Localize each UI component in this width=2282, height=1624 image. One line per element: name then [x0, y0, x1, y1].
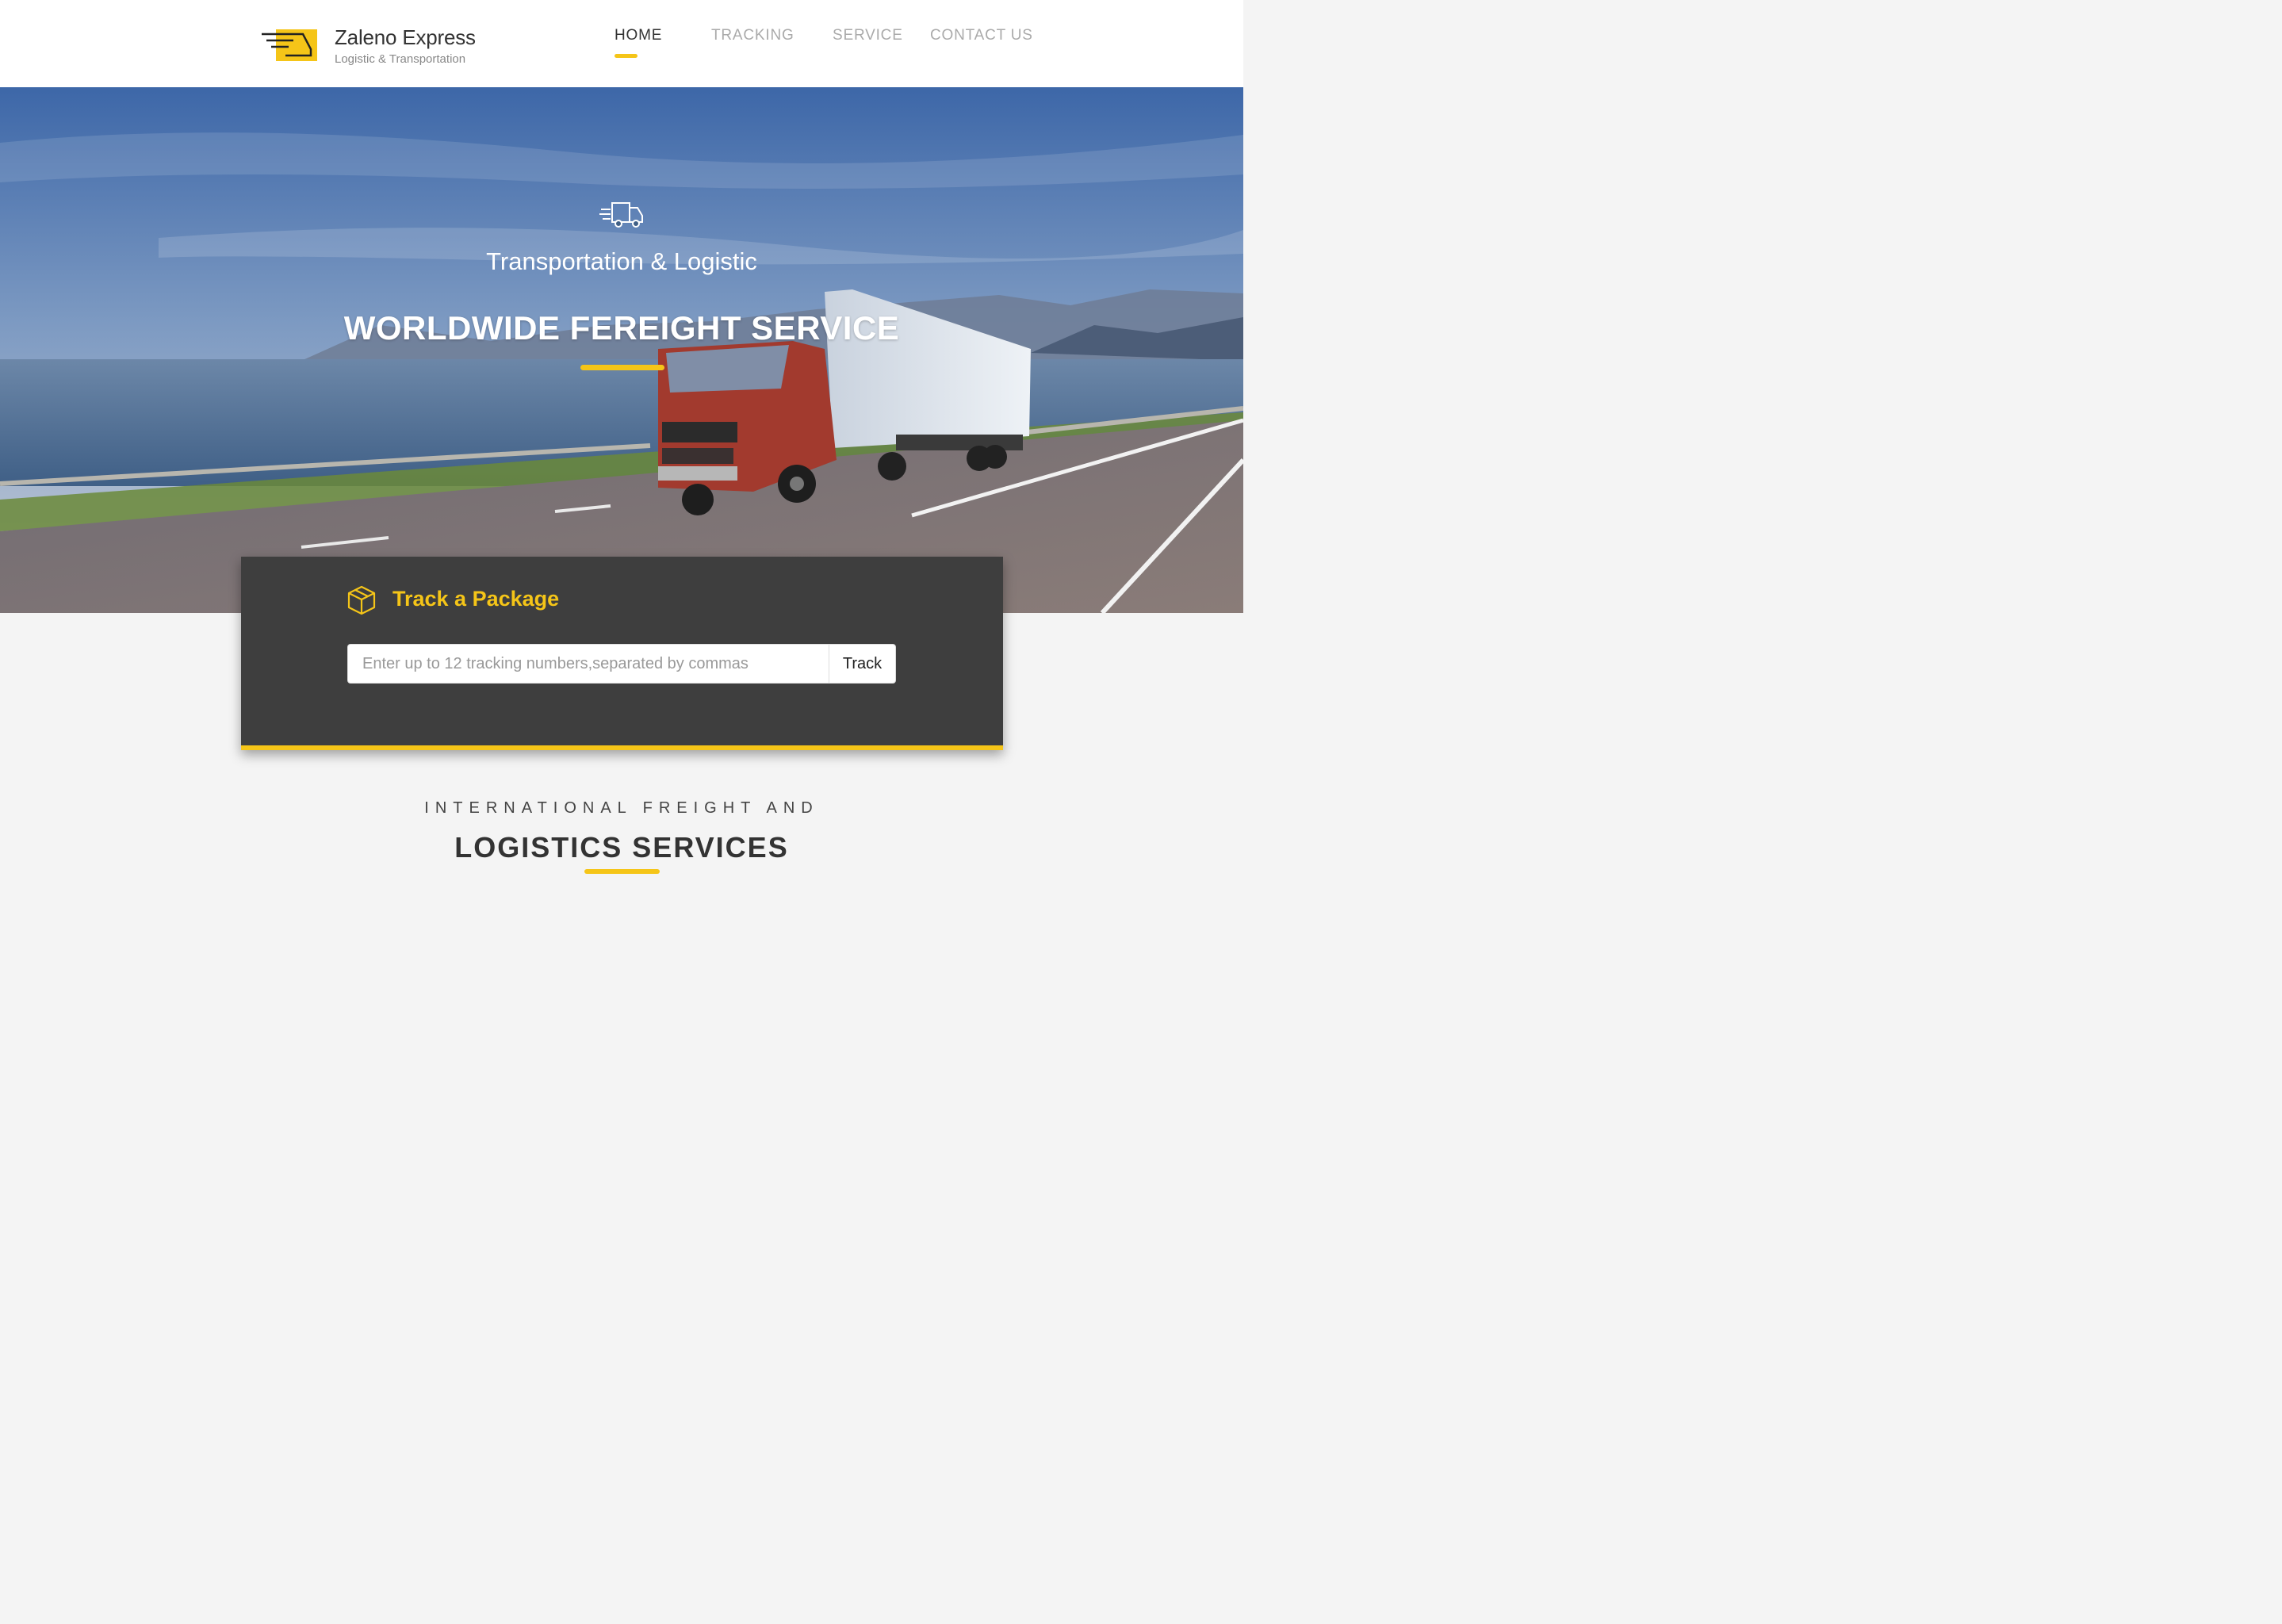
nav-tracking[interactable]: TRACKING [711, 27, 794, 44]
package-box-icon [347, 585, 376, 615]
hero-title: WORLDWIDE FEREIGHT SERVICE [343, 309, 900, 347]
hero-subtitle: Transportation & Logistic [486, 247, 757, 275]
hero-background-image [0, 87, 1243, 613]
hero-banner: Transportation & Logistic WORLDWIDE FERE… [0, 87, 1243, 613]
track-package-panel: Track a Package Track [241, 557, 1003, 750]
site-header: Zaleno Express Logistic & Transportation… [0, 0, 1243, 87]
panel-accent-bar [241, 745, 1003, 750]
nav-active-indicator [615, 54, 638, 58]
nav-home[interactable]: HOME [615, 27, 662, 44]
nav-service[interactable]: SERVICE [833, 27, 903, 44]
delivery-truck-icon [599, 202, 643, 228]
nav-contact-us[interactable]: CONTACT US [930, 27, 1033, 44]
section-kicker: INTERNATIONAL FREIGHT AND [424, 799, 819, 817]
brand-tagline: Logistic & Transportation [335, 52, 466, 66]
tracking-number-input[interactable] [347, 644, 829, 684]
brand-name[interactable]: Zaleno Express [335, 25, 476, 50]
section-accent-line [584, 869, 660, 874]
brand-logo-icon[interactable] [262, 27, 319, 63]
hero-accent-line [580, 365, 664, 370]
section-title: LOGISTICS SERVICES [454, 831, 789, 864]
track-package-title: Track a Package [392, 587, 560, 611]
track-button[interactable]: Track [829, 644, 896, 684]
